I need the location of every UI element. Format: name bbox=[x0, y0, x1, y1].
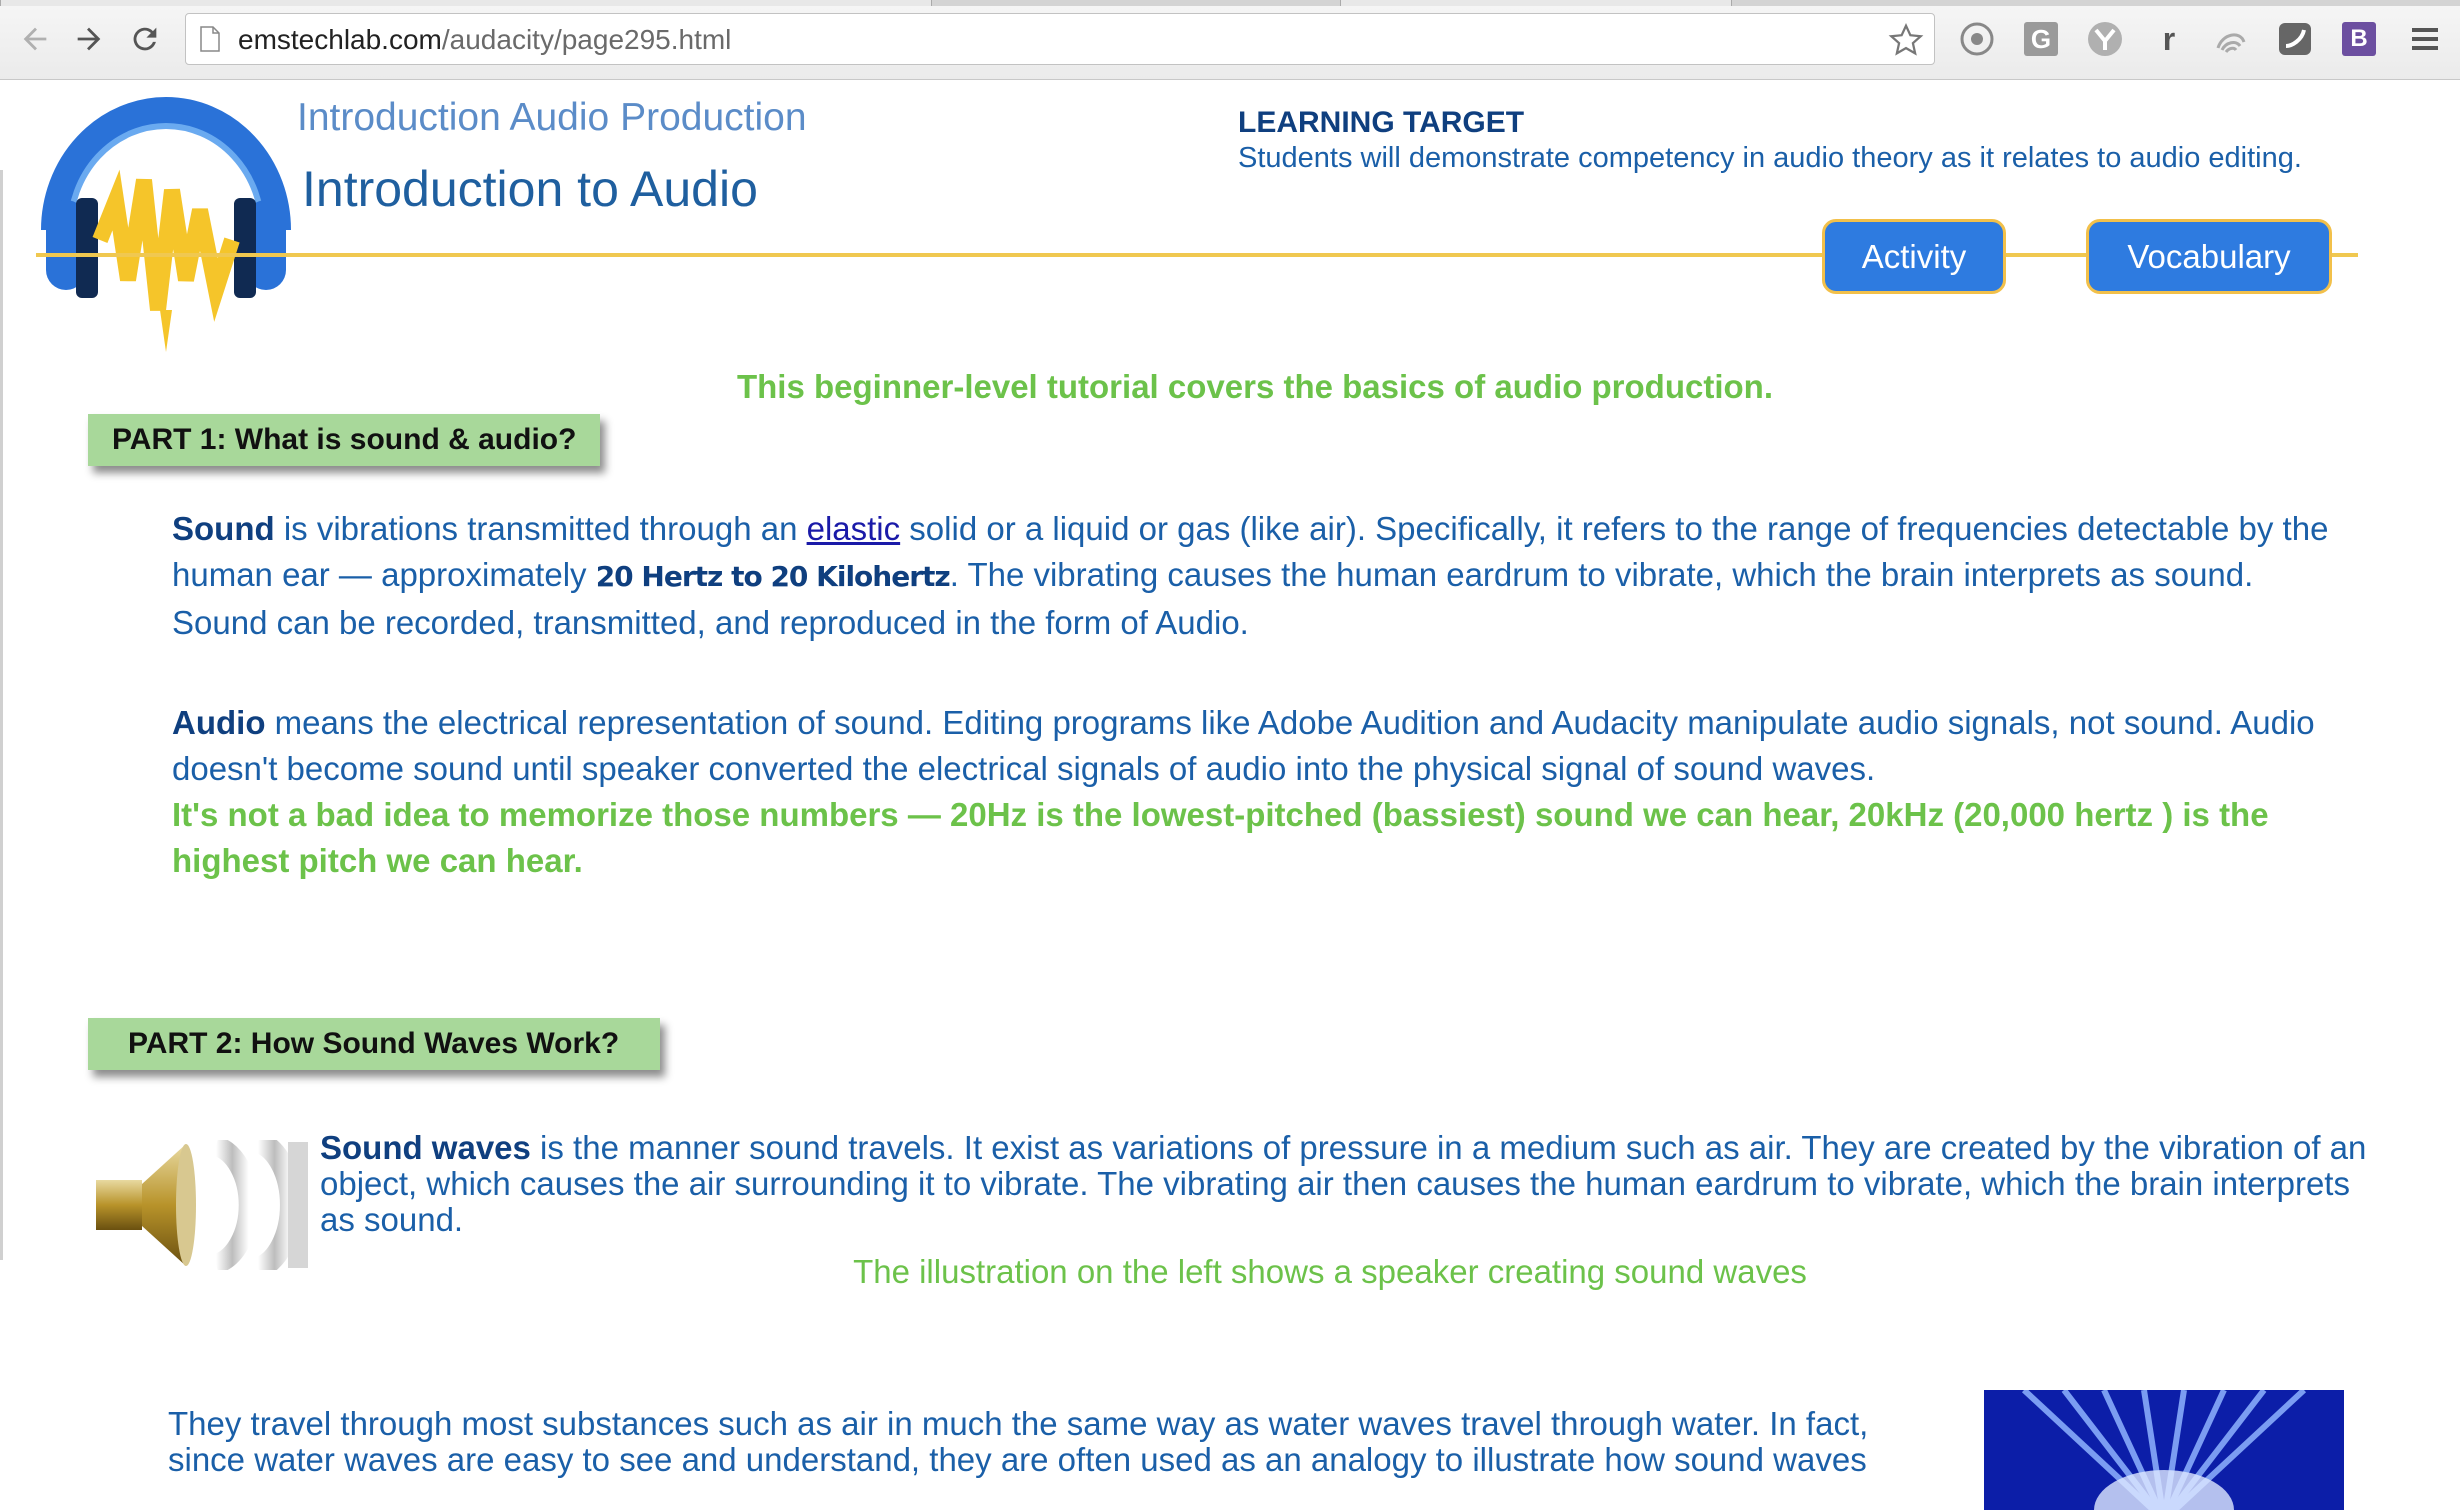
address-bar[interactable]: emstechlab.com/audacity/page295.html bbox=[185, 13, 1935, 65]
part1-label: PART 1: What is sound & audio? bbox=[88, 414, 600, 466]
audio-paragraph: Audio means the electrical representatio… bbox=[172, 700, 2352, 884]
frequency-range: 20 Hertz to 20 Kilohertz bbox=[595, 560, 951, 593]
sound-paragraph: Sound is vibrations transmitted through … bbox=[172, 506, 2352, 646]
speaker-icon bbox=[96, 1140, 308, 1270]
r-extension-label: r bbox=[2162, 20, 2176, 57]
url-text[interactable]: emstechlab.com/audacity/page295.html bbox=[238, 25, 731, 55]
sound-term: Sound bbox=[172, 510, 275, 547]
speaker-caption: The illustration on the left shows a spe… bbox=[853, 1253, 1807, 1290]
square-extension-icon[interactable] bbox=[2276, 20, 2314, 58]
page-left-border bbox=[0, 170, 3, 1260]
browser-toolbar: emstechlab.com/audacity/page295.html G r… bbox=[0, 0, 2460, 80]
bookmark-star-icon[interactable] bbox=[1888, 22, 1924, 58]
headphones-logo-icon bbox=[41, 97, 291, 352]
url-domain: emstechlab.com bbox=[238, 24, 442, 55]
page-icon bbox=[200, 26, 220, 52]
activity-button[interactable]: Activity bbox=[1822, 219, 2006, 294]
swirl-extension-icon[interactable] bbox=[2212, 20, 2250, 58]
header-divider bbox=[36, 253, 2358, 257]
forward-button[interactable] bbox=[68, 18, 110, 60]
intro-text: This beginner-level tutorial covers the … bbox=[736, 368, 1773, 405]
vocabulary-button[interactable]: Vocabulary bbox=[2086, 219, 2332, 294]
back-button[interactable] bbox=[14, 18, 56, 60]
audio-text: means the electrical representation of s… bbox=[172, 704, 2315, 787]
part2-label: PART 2: How Sound Waves Work? bbox=[88, 1018, 660, 1070]
back-arrow-icon bbox=[23, 27, 47, 51]
elastic-link[interactable]: elastic bbox=[807, 510, 901, 547]
memorize-note: It's not a bad idea to memorize those nu… bbox=[172, 796, 2269, 879]
url-path: /audacity/page295.html bbox=[441, 24, 732, 55]
tab-1[interactable] bbox=[0, 0, 932, 6]
b-extension-icon[interactable]: B bbox=[2340, 20, 2378, 58]
g-extension-label: G bbox=[2024, 22, 2058, 56]
reload-icon bbox=[133, 27, 157, 51]
sound-waves-paragraph: Sound waves is the manner sound travels.… bbox=[320, 1130, 2370, 1238]
sound-wave-image bbox=[1984, 1390, 2344, 1510]
record-icon[interactable] bbox=[1958, 20, 1996, 58]
r-extension-icon[interactable]: r bbox=[2150, 20, 2188, 58]
forward-arrow-icon bbox=[77, 27, 101, 51]
reload-button[interactable] bbox=[124, 18, 166, 60]
sound-waves-text: is the manner sound travels. It exist as… bbox=[320, 1129, 2367, 1238]
y-extension-icon[interactable] bbox=[2086, 20, 2124, 58]
tab-strip bbox=[0, 0, 2460, 6]
water-waves-paragraph: They travel through most substances such… bbox=[168, 1405, 1869, 1478]
sound-text-a: is vibrations transmitted through an bbox=[274, 510, 807, 547]
menu-icon[interactable] bbox=[2406, 20, 2444, 58]
tab-2[interactable] bbox=[1340, 0, 1732, 6]
lesson-title: Introduction to Audio bbox=[302, 161, 758, 217]
course-title: Introduction Audio Production bbox=[297, 96, 807, 139]
page-content: Introduction Audio Production Introducti… bbox=[0, 80, 2460, 1510]
learning-target-text: Students will demonstrate competency in … bbox=[1238, 142, 2302, 174]
audio-term: Audio bbox=[172, 704, 266, 741]
b-extension-label: B bbox=[2342, 22, 2376, 56]
learning-target-title: LEARNING TARGET bbox=[1238, 106, 1525, 139]
sound-waves-term: Sound waves bbox=[320, 1129, 531, 1166]
g-extension-icon[interactable]: G bbox=[2022, 20, 2060, 58]
